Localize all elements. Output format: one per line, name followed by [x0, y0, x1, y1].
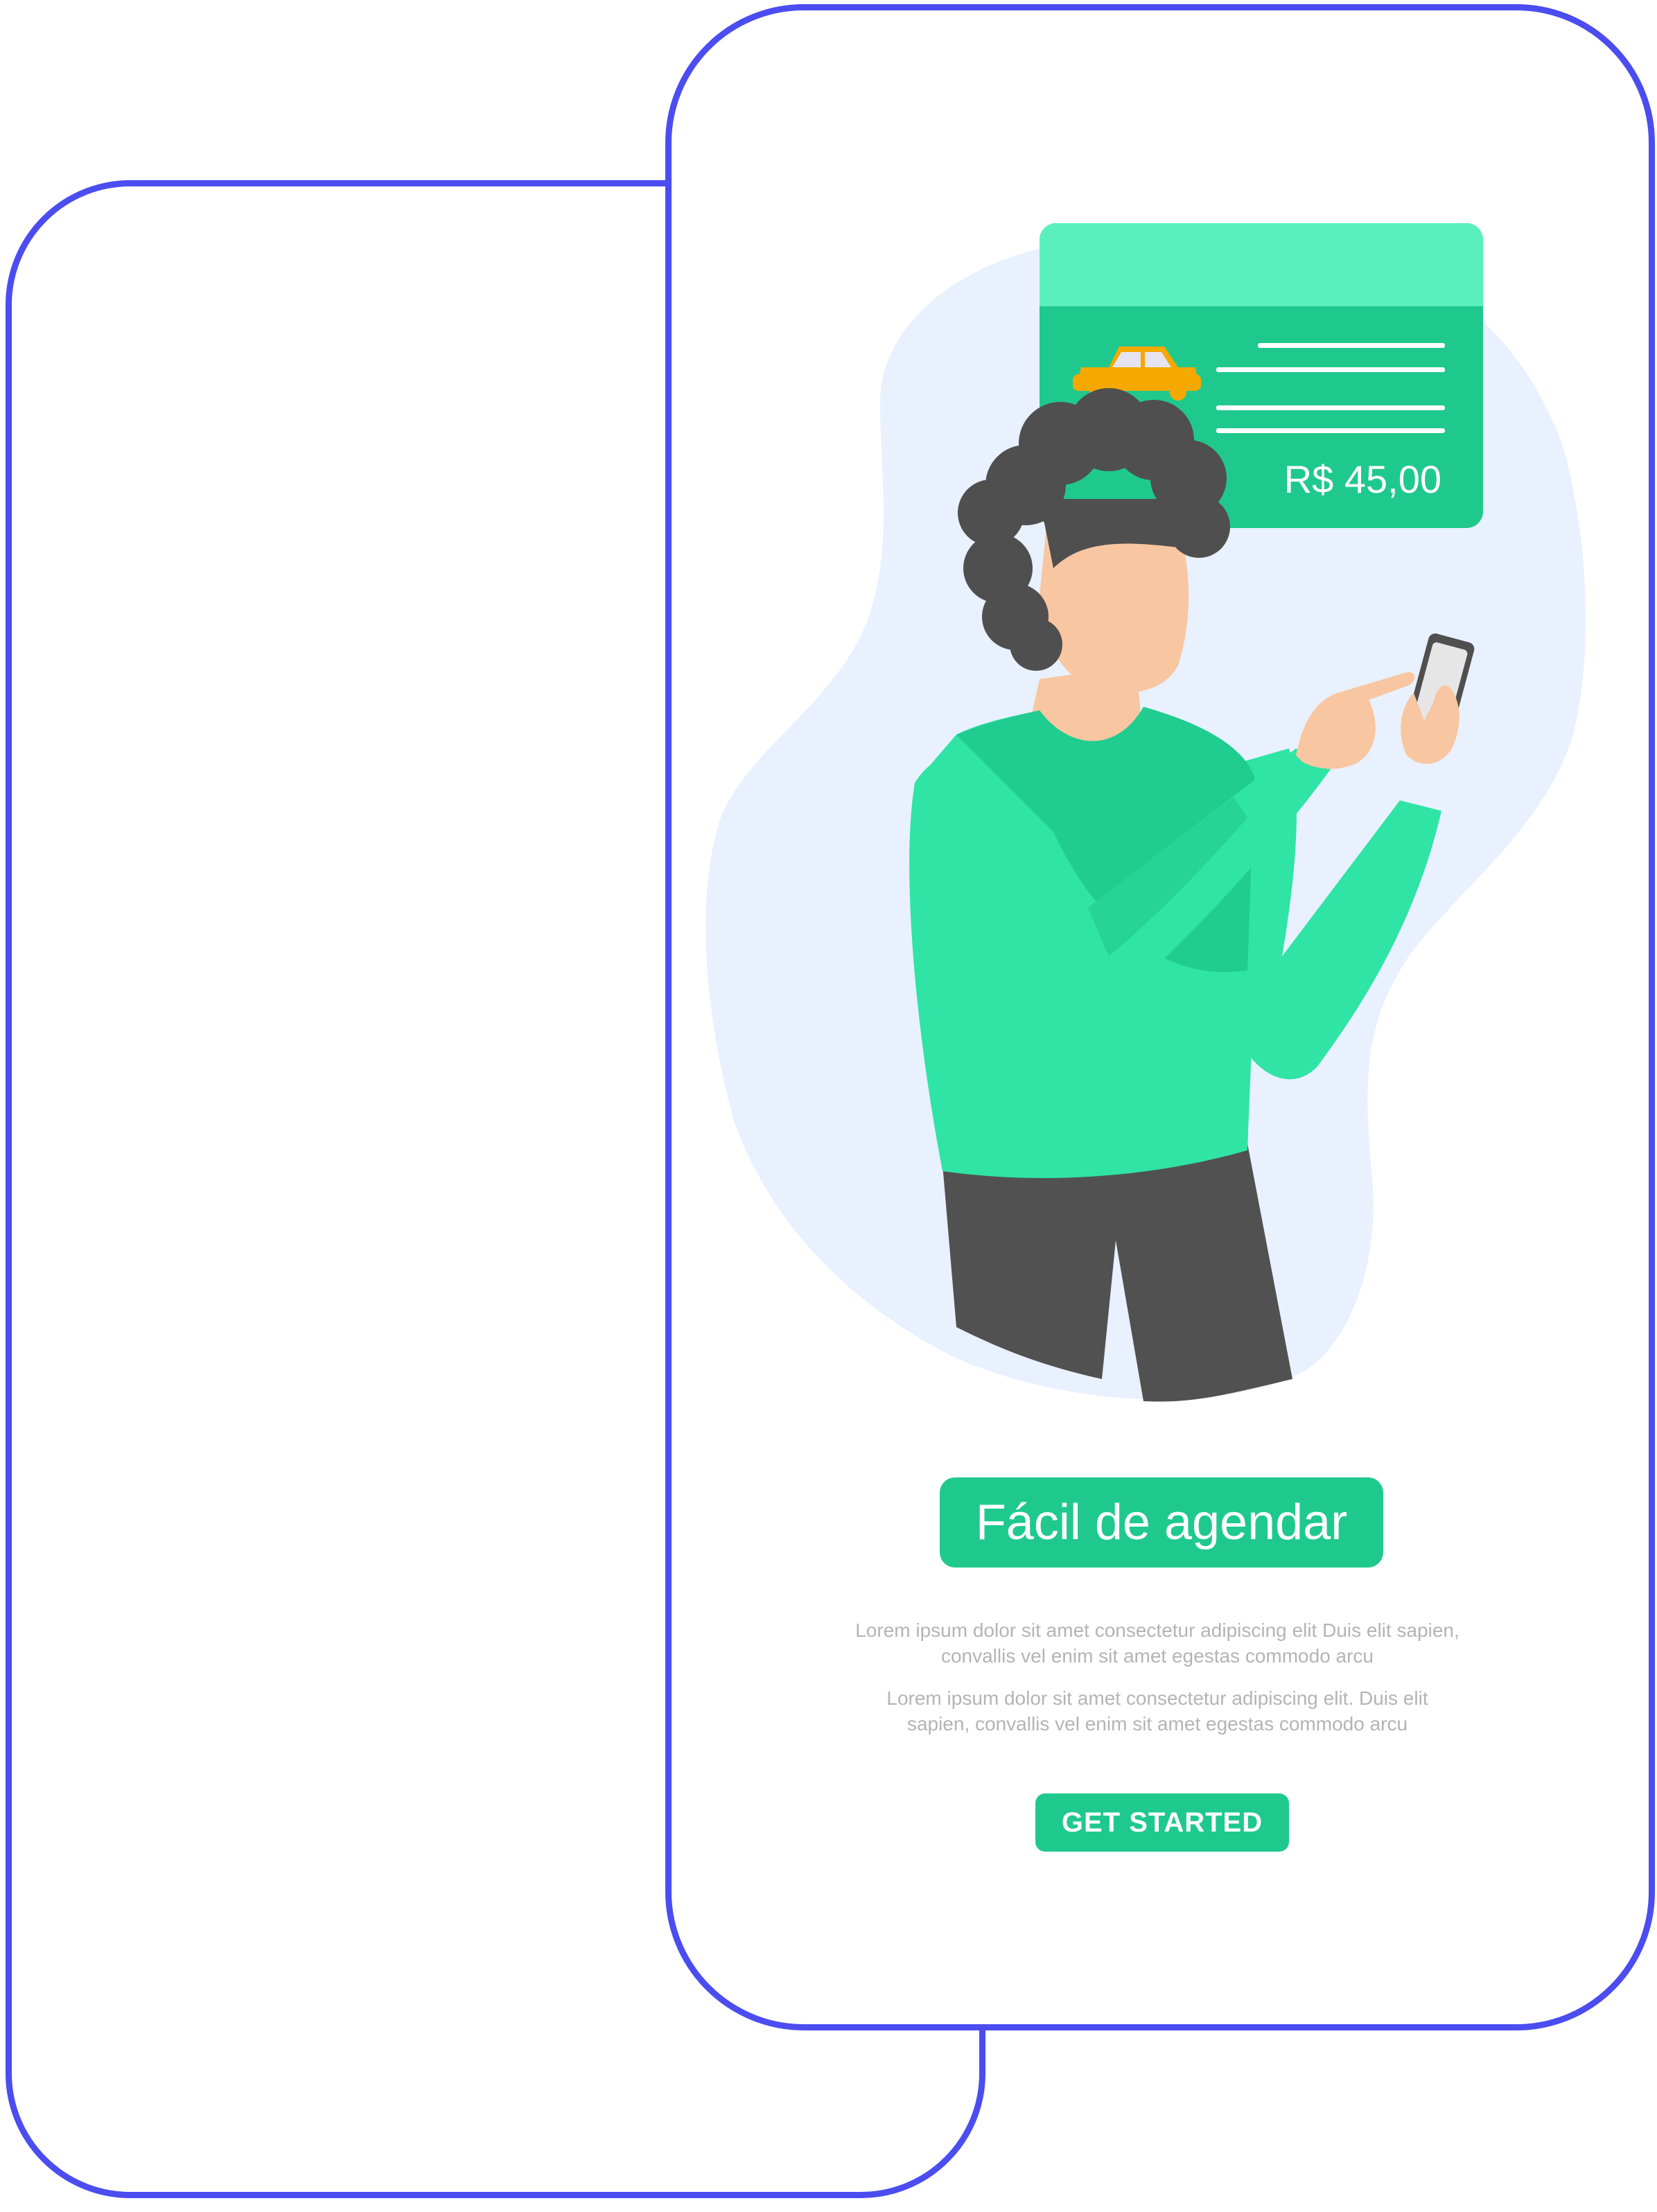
onboarding-illustration: [705, 223, 1586, 1402]
get-started-button[interactable]: GET STARTED: [1035, 1793, 1289, 1852]
onboarding-description-2: Lorem ipsum dolor sit amet consectetur a…: [886, 1687, 1428, 1735]
design-canvas: R$ 45,00 Fácil de agendar Lorem ipsum do…: [0, 0, 1657, 2212]
receipt-price: R$ 45,00: [1283, 457, 1441, 501]
onboarding-title: Fácil de agendar: [975, 1495, 1348, 1550]
onboarding-title-badge: Fácil de agendar: [940, 1477, 1383, 1568]
onboarding-description-1: Lorem ipsum dolor sit amet consectetur a…: [855, 1620, 1459, 1667]
